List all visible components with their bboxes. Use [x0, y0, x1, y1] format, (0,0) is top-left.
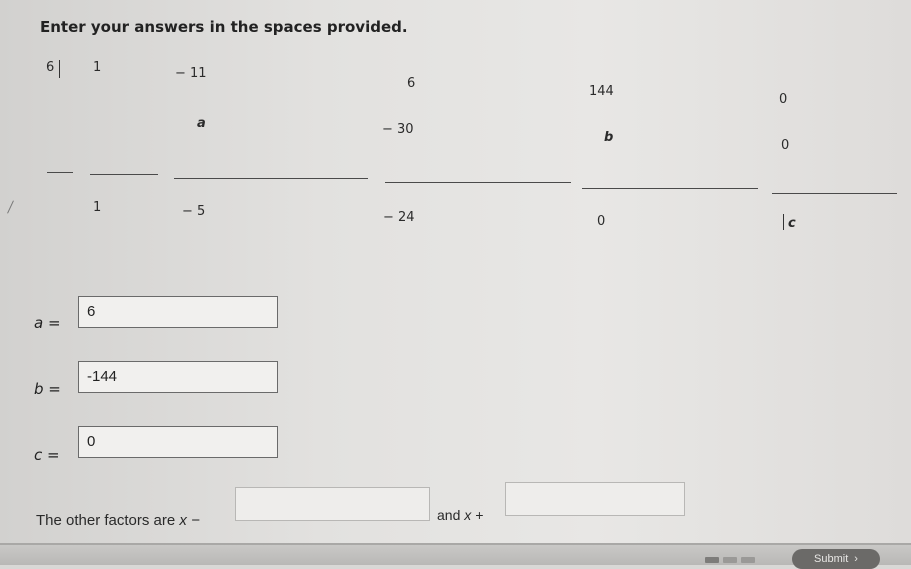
factor-2-input[interactable]	[505, 482, 685, 516]
progress-dot	[723, 557, 737, 563]
row2-zero: 0	[781, 138, 790, 153]
progress-dot	[741, 557, 755, 563]
coefficient-2: − 11	[175, 66, 207, 81]
bottom-bar	[0, 545, 911, 565]
division-line-1	[47, 172, 73, 173]
row2-b: b	[604, 130, 614, 145]
instructions-text: Enter your answers in the spaces provide…	[40, 18, 408, 36]
result-1: 1	[93, 200, 102, 215]
division-line-3	[174, 178, 368, 179]
a-input[interactable]: 6	[78, 296, 278, 328]
b-input[interactable]: -144	[78, 361, 278, 393]
divisor-bracket	[59, 60, 60, 78]
progress-dot	[705, 557, 719, 563]
remainder-bracket	[783, 214, 784, 230]
division-line-4	[385, 182, 571, 183]
factors-x-minus: x −	[179, 512, 200, 529]
row2-minus-30: − 30	[382, 122, 414, 137]
division-line-2	[90, 174, 158, 175]
b-label: b =	[34, 380, 61, 398]
result-4: 0	[597, 214, 606, 229]
coefficient-1: 1	[93, 60, 102, 75]
factors-prefix: The other factors are	[36, 512, 176, 529]
chevron-right-icon: ›	[854, 553, 858, 565]
coefficient-3: 6	[407, 76, 416, 91]
progress-dots	[705, 557, 755, 563]
factors-x-plus: x +	[464, 507, 484, 523]
submit-button[interactable]: Submit ›	[792, 549, 880, 569]
factor-1-input[interactable]	[235, 487, 430, 521]
submit-label: Submit	[814, 553, 849, 565]
coefficient-4: 144	[589, 84, 614, 99]
divisor: 6	[46, 60, 55, 75]
row2-a: a	[197, 116, 206, 131]
c-label: c =	[34, 446, 60, 464]
a-label: a =	[34, 314, 61, 332]
coefficient-5: 0	[779, 92, 788, 107]
division-line-6	[772, 193, 897, 194]
result-2: − 5	[182, 204, 206, 219]
factors-sentence: The other factors are x −	[36, 512, 200, 529]
result-c: c	[788, 216, 796, 231]
division-line-5	[582, 188, 758, 189]
page-background	[0, 0, 911, 565]
result-3: − 24	[383, 210, 415, 225]
factors-and: and	[437, 507, 461, 523]
c-input[interactable]: 0	[78, 426, 278, 458]
factors-and-part: and x +	[437, 507, 483, 523]
